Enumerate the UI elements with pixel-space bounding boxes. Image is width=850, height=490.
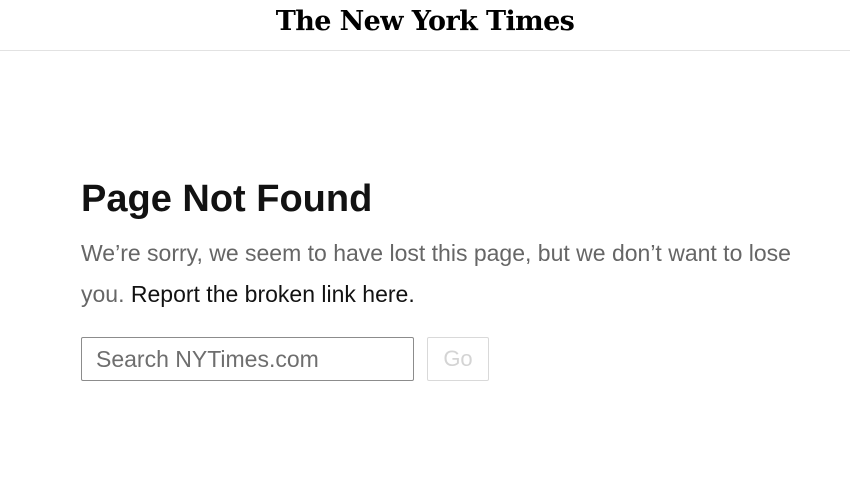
masthead: The New York Times	[0, 0, 850, 51]
error-message: We’re sorry, we seem to have lost this p…	[81, 233, 816, 315]
go-button[interactable]: Go	[427, 337, 489, 381]
page-title: Page Not Found	[81, 178, 373, 220]
report-broken-link[interactable]: Report the broken link here.	[131, 281, 415, 307]
error-content: Page Not Found We’re sorry, we seem to h…	[81, 176, 821, 381]
nyt-logo[interactable]: The New York Times	[0, 6, 850, 37]
search-input[interactable]	[81, 337, 414, 381]
